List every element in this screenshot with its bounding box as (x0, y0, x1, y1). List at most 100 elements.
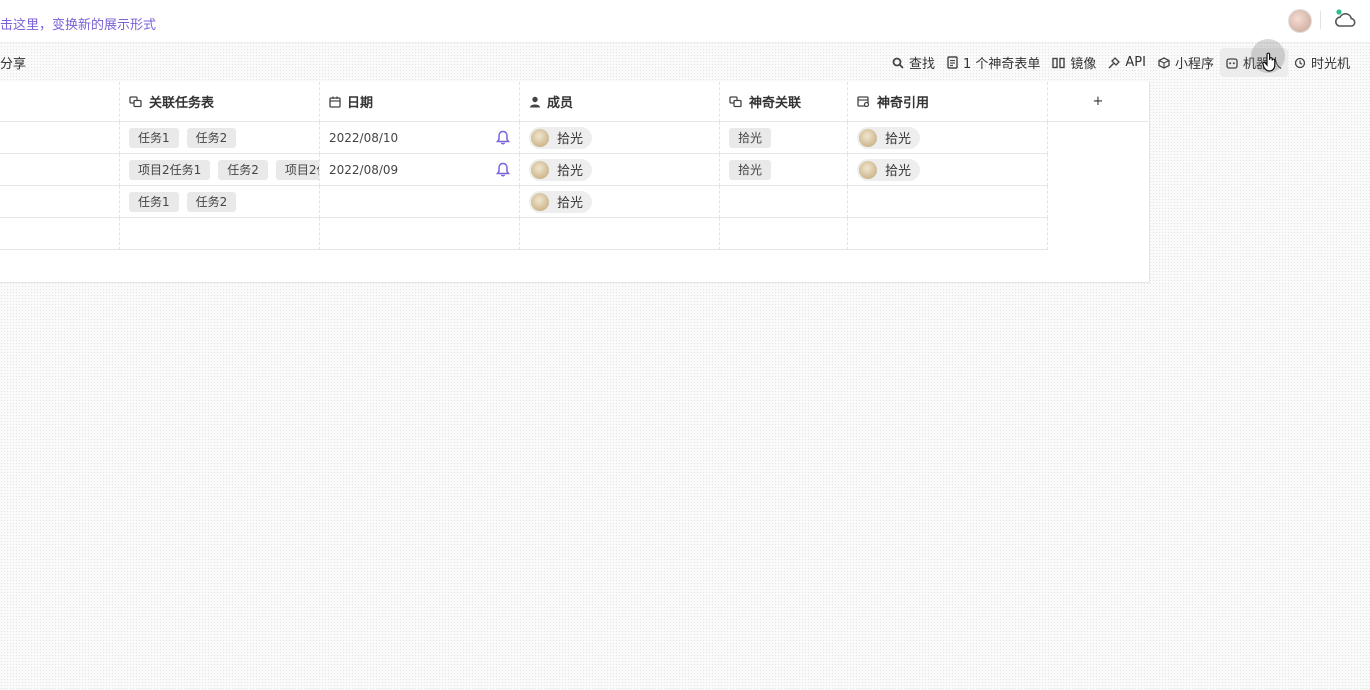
member-chip[interactable]: 拾光 (529, 126, 593, 149)
member-name: 拾光 (557, 196, 584, 211)
timemachine-label: 时光机 (1310, 57, 1350, 72)
avatar (531, 192, 549, 211)
member-name: 拾光 (557, 132, 584, 147)
divider (1320, 11, 1321, 29)
cloud-sync-icon[interactable] (1333, 8, 1359, 30)
share-button[interactable]: 分享 (0, 53, 26, 72)
column-header-linked-tasks[interactable]: 关联任务表 (120, 82, 320, 122)
person-icon (529, 96, 541, 108)
column-header-magic-ref[interactable]: 神奇引用 (848, 82, 1048, 122)
task-tag[interactable]: 项目2任 (275, 159, 319, 180)
reminder-bell-icon[interactable] (496, 130, 510, 145)
member-cell[interactable]: 拾光 (520, 186, 720, 218)
mirror-button[interactable]: 镜像 (1046, 48, 1102, 77)
magic-link-cell[interactable]: 拾光 (720, 122, 848, 154)
empty-cell[interactable] (120, 218, 320, 250)
data-grid: 关联任务表 日期 成员 神奇关联 神奇引用 + 任务1 任务2 2022/08/… (0, 82, 1150, 283)
task-tag[interactable]: 项目2任务1 (129, 159, 211, 180)
column-title: 神奇关联 (749, 96, 802, 111)
search-label: 查找 (908, 57, 935, 72)
avatar (531, 160, 549, 179)
miniprogram-label: 小程序 (1174, 57, 1214, 72)
form-icon (947, 56, 958, 69)
empty-cell[interactable] (720, 218, 848, 250)
table-row[interactable]: 项目2任务1 任务2 项目2任 2022/08/09 拾光 拾光 拾光 (0, 154, 1048, 186)
header-cell-primary[interactable] (0, 82, 120, 122)
add-column-button[interactable]: + (1048, 82, 1148, 122)
form-button[interactable]: 1 个神奇表单 (941, 48, 1046, 77)
primary-cell[interactable] (0, 186, 120, 218)
column-title: 关联任务表 (149, 96, 215, 111)
history-clock-icon (1294, 57, 1306, 69)
empty-cell[interactable] (0, 218, 120, 250)
link-icon (729, 95, 743, 108)
add-row[interactable] (0, 218, 1048, 250)
linked-tasks-cell[interactable]: 项目2任务1 任务2 项目2任 (120, 154, 320, 186)
member-chip[interactable]: 拾光 (529, 158, 593, 181)
reminder-bell-icon[interactable] (496, 162, 510, 177)
date-cell[interactable]: 2022/08/09 (320, 154, 520, 186)
member-chip[interactable]: 拾光 (857, 126, 921, 149)
member-name: 拾光 (557, 164, 584, 179)
column-header-magic-link[interactable]: 神奇关联 (720, 82, 848, 122)
link-tag[interactable]: 拾光 (729, 127, 772, 148)
link-icon (129, 95, 143, 108)
member-cell[interactable]: 拾光 (520, 122, 720, 154)
search-button[interactable]: 查找 (886, 48, 941, 77)
avatar (859, 160, 877, 179)
user-avatar[interactable] (1288, 9, 1312, 33)
linked-tasks-cell[interactable]: 任务1 任务2 (120, 122, 320, 154)
date-cell[interactable]: 2022/08/10 (320, 122, 520, 154)
api-button[interactable]: API (1102, 50, 1152, 75)
task-tag[interactable]: 任务2 (186, 191, 237, 212)
robot-button[interactable]: 机器人 (1219, 48, 1288, 77)
empty-cell[interactable] (520, 218, 720, 250)
task-tag[interactable]: 任务1 (129, 127, 179, 148)
cube-icon (1158, 56, 1170, 69)
avatar (531, 128, 549, 147)
member-chip[interactable]: 拾光 (857, 158, 921, 181)
date-value: 2022/08/09 (329, 162, 399, 177)
table-row[interactable]: 任务1 任务2 拾光 (0, 186, 1048, 218)
column-title: 日期 (347, 96, 374, 111)
date-cell[interactable] (320, 186, 520, 218)
mirror-label: 镜像 (1070, 57, 1097, 72)
magic-ref-cell[interactable]: 拾光 (848, 154, 1048, 186)
view-switch-hint[interactable]: 击这里，变换新的展示形式 (0, 14, 156, 33)
primary-cell[interactable] (0, 122, 120, 154)
empty-cell[interactable] (320, 218, 520, 250)
member-name: 拾光 (885, 132, 912, 147)
timemachine-button[interactable]: 时光机 (1288, 48, 1356, 77)
api-plug-icon (1108, 56, 1121, 69)
linked-tasks-cell[interactable]: 任务1 任务2 (120, 186, 320, 218)
empty-cell[interactable] (848, 218, 1048, 250)
form-label: 1 个神奇表单 (962, 57, 1041, 72)
link-tag[interactable]: 拾光 (729, 159, 772, 180)
task-tag[interactable]: 任务2 (186, 127, 237, 148)
date-value: 2022/08/10 (329, 130, 399, 145)
grid-header-row: 关联任务表 日期 成员 神奇关联 神奇引用 + (0, 82, 1148, 122)
view-toolbar: 查找 1 个神奇表单 镜像 API 小程序 机器人 时光机 (886, 48, 1356, 77)
task-tag[interactable]: 任务2 (218, 159, 268, 180)
primary-cell[interactable] (0, 154, 120, 186)
column-header-member[interactable]: 成员 (520, 82, 720, 122)
api-label: API (1125, 55, 1146, 70)
column-header-date[interactable]: 日期 (320, 82, 520, 122)
magic-ref-cell[interactable] (848, 186, 1048, 218)
calendar-icon (329, 96, 341, 108)
task-tag[interactable]: 任务1 (129, 191, 179, 212)
magic-ref-cell[interactable]: 拾光 (848, 122, 1048, 154)
robot-label: 机器人 (1242, 57, 1282, 72)
robot-icon (1226, 57, 1238, 69)
table-row[interactable]: 任务1 任务2 2022/08/10 拾光 拾光 拾光 (0, 122, 1048, 154)
member-chip[interactable]: 拾光 (529, 190, 593, 213)
mirror-icon (1052, 57, 1066, 69)
magic-link-cell[interactable]: 拾光 (720, 154, 848, 186)
top-bar: 击这里，变换新的展示形式 (0, 0, 1370, 43)
member-cell[interactable]: 拾光 (520, 154, 720, 186)
column-title: 神奇引用 (877, 96, 930, 111)
avatar (859, 128, 877, 147)
column-title: 成员 (547, 96, 574, 111)
magic-link-cell[interactable] (720, 186, 848, 218)
miniprogram-button[interactable]: 小程序 (1152, 48, 1220, 77)
